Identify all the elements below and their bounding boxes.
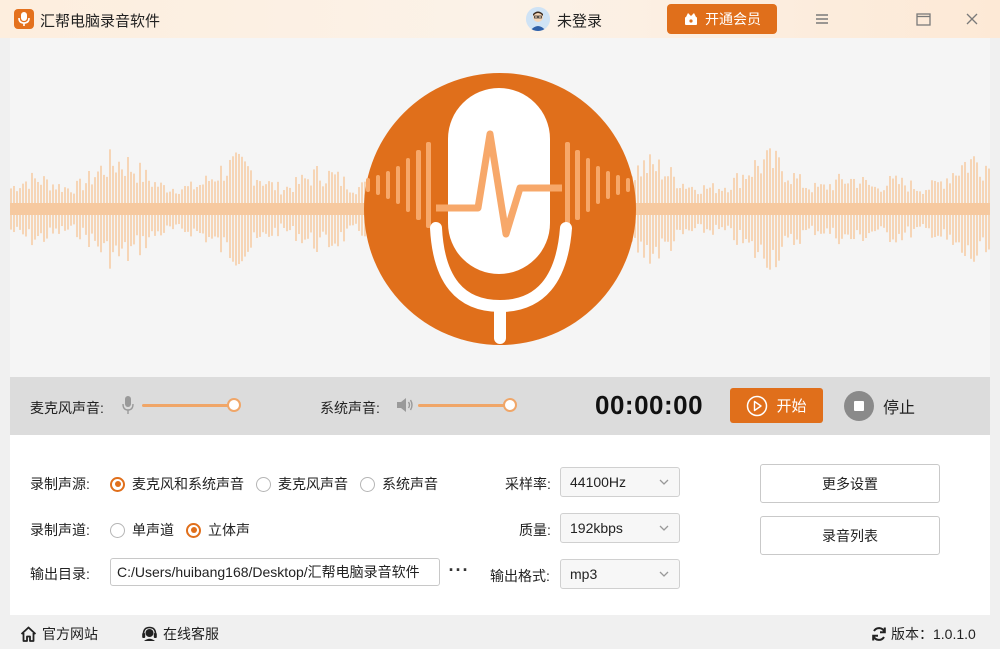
more-settings-button[interactable]: 更多设置 <box>760 464 940 503</box>
radio-label: 系统声音 <box>382 476 438 492</box>
stop-button[interactable]: 停止 <box>844 388 915 423</box>
chevron-down-icon <box>659 479 669 485</box>
sample-rate-value: 44100Hz <box>570 474 627 490</box>
radio-button[interactable] <box>256 476 271 492</box>
radio-channel-stereo[interactable]: 立体声 <box>186 520 250 540</box>
stop-button-label: 停止 <box>883 399 916 417</box>
channel-label: 录制声道: <box>30 522 90 538</box>
recording-timer: 00:00:00 <box>595 390 704 420</box>
user-avatar-icon[interactable] <box>526 7 550 31</box>
chevron-down-icon <box>659 525 669 531</box>
quality-select[interactable]: 192kbps <box>560 513 680 543</box>
footer: 官方网站 在线客服 版本：1.0.1.0 <box>0 615 1000 649</box>
quality-value: 192kbps <box>570 520 623 536</box>
mic-volume-label: 麦克风声音: <box>30 400 104 416</box>
radio-button[interactable] <box>186 522 201 538</box>
sample-rate-label: 采样率: <box>505 476 551 492</box>
online-support-label: 在线客服 <box>163 626 219 642</box>
radio-source-mic-and-system[interactable]: 麦克风和系统声音 <box>110 474 244 494</box>
login-status[interactable]: 未登录 <box>557 10 602 31</box>
radio-source-system[interactable]: 系统声音 <box>360 474 438 494</box>
crown-gift-icon <box>685 13 697 25</box>
refresh-icon <box>872 627 886 641</box>
output-dir-value: C:/Users/huibang168/Desktop/汇帮电脑录音软件 <box>117 564 420 580</box>
radio-label: 麦克风和系统声音 <box>132 476 244 492</box>
system-volume-slider-thumb[interactable] <box>503 398 518 412</box>
title-bar: 汇帮电脑录音软件 未登录 开通会员 <box>0 0 1000 38</box>
microphone-illustration <box>364 73 636 345</box>
quality-label: 质量: <box>519 522 551 538</box>
output-dir-field[interactable]: C:/Users/huibang168/Desktop/汇帮电脑录音软件 <box>110 558 440 586</box>
source-label: 录制声源: <box>30 476 90 492</box>
hero-banner <box>10 38 990 377</box>
vip-button[interactable]: 开通会员 <box>667 4 777 34</box>
radio-label: 立体声 <box>208 522 250 538</box>
radio-label: 麦克风声音 <box>278 476 348 492</box>
app-title: 汇帮电脑录音软件 <box>40 13 161 30</box>
settings-panel: 录制声源: 麦克风和系统声音 麦克风声音 系统声音 录制声道: 单声道 立体声 … <box>10 435 990 615</box>
radio-button[interactable] <box>110 476 125 492</box>
browse-folder-button[interactable]: ··· <box>448 559 470 581</box>
format-label: 输出格式: <box>490 568 550 584</box>
start-button[interactable]: 开始 <box>730 388 823 423</box>
radio-source-mic[interactable]: 麦克风声音 <box>256 474 348 494</box>
vip-button-label: 开通会员 <box>705 11 761 27</box>
record-list-button[interactable]: 录音列表 <box>760 516 940 555</box>
format-value: mp3 <box>570 566 598 582</box>
start-button-label: 开始 <box>776 398 807 415</box>
play-circle-icon <box>747 395 768 416</box>
stop-icon <box>844 390 874 421</box>
microphone-logo-icon <box>14 9 34 29</box>
output-dir-label: 输出目录: <box>30 566 90 582</box>
version-info: 版本：1.0.1.0 <box>871 624 976 644</box>
mic-volume-slider-thumb[interactable] <box>227 398 242 412</box>
online-support-link[interactable]: 在线客服 <box>141 624 219 644</box>
official-website-link[interactable]: 官方网站 <box>20 624 98 644</box>
chevron-down-icon <box>659 571 669 577</box>
home-icon <box>20 626 37 642</box>
version-text: 版本：1.0.1.0 <box>891 626 976 642</box>
official-website-label: 官方网站 <box>42 626 98 642</box>
maximize-icon[interactable] <box>912 8 934 30</box>
radio-channel-mono[interactable]: 单声道 <box>110 520 174 540</box>
control-bar: 麦克风声音: 系统声音: 00:00:00 开始 停止 <box>10 377 990 435</box>
radio-label: 单声道 <box>132 522 174 538</box>
headset-icon <box>142 626 157 641</box>
radio-button[interactable] <box>360 476 375 492</box>
system-volume-label: 系统声音: <box>320 400 380 416</box>
system-volume-slider[interactable] <box>418 404 511 407</box>
sample-rate-select[interactable]: 44100Hz <box>560 467 680 497</box>
microphone-icon <box>122 396 134 414</box>
close-icon[interactable] <box>961 8 983 30</box>
format-select[interactable]: mp3 <box>560 559 680 589</box>
mic-volume-slider[interactable] <box>142 404 235 407</box>
radio-button[interactable] <box>110 522 125 538</box>
hamburger-menu-icon[interactable] <box>811 8 833 30</box>
speaker-icon <box>397 398 413 412</box>
